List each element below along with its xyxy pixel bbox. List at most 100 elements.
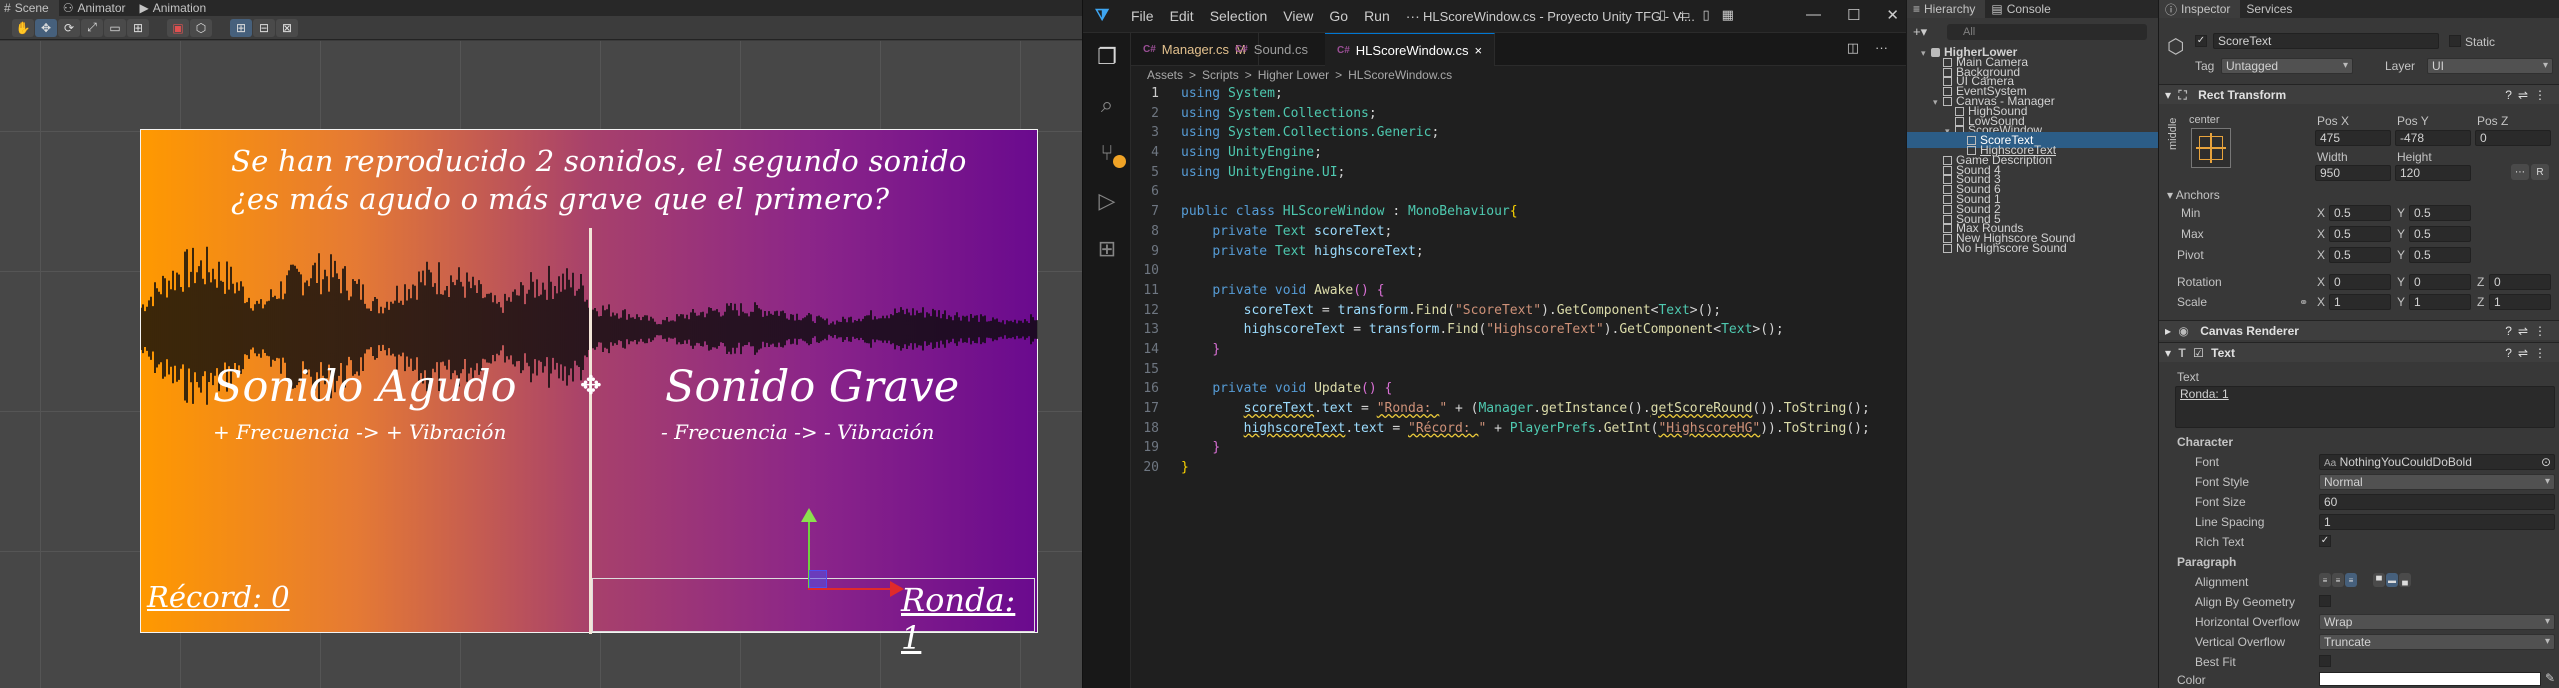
tab-animation[interactable]: ▶ Animation: [136, 0, 217, 16]
grid-snap-icon[interactable]: ⊞: [230, 18, 252, 37]
rotate-tool-icon[interactable]: ⟳: [58, 18, 80, 37]
split-editor-icon[interactable]: ◫: [1847, 40, 1859, 56]
posz-field[interactable]: 0: [2475, 130, 2551, 146]
eyedropper-icon[interactable]: ✎: [2545, 671, 2555, 685]
move-gizmo-x-arrow[interactable]: [808, 581, 904, 597]
code-line[interactable]: 13 highscoreText = transform. Find("Highs…: [1131, 322, 1907, 342]
source-control-icon[interactable]: ⑂: [1083, 129, 1131, 177]
h-overflow-dropdown[interactable]: Wrap: [2319, 614, 2555, 630]
code-line[interactable]: 2 using System.Collections;: [1131, 106, 1907, 126]
run-debug-icon[interactable]: ▷: [1083, 177, 1131, 225]
layout-secondary-icon[interactable]: ▯: [1702, 7, 1709, 23]
color-swatch[interactable]: [2319, 672, 2541, 686]
align-bottom-icon[interactable]: ▄: [2399, 573, 2411, 587]
code-line[interactable]: 11 private void Awake() {: [1131, 283, 1907, 303]
global-toggle-icon[interactable]: ⬡: [190, 18, 212, 37]
align-geometry-checkbox[interactable]: [2319, 595, 2331, 607]
text-enabled-checkbox[interactable]: ☑: [2189, 346, 2204, 360]
code-line[interactable]: 15: [1131, 362, 1907, 382]
scale-y-field[interactable]: 1: [2409, 294, 2471, 310]
explorer-icon[interactable]: ❐: [1083, 33, 1131, 81]
layout-panel-icon[interactable]: ▭: [1678, 7, 1690, 23]
anchors-foldout[interactable]: ▾ Anchors: [2167, 188, 2220, 202]
constrain-proportions-icon[interactable]: ⚭: [2299, 296, 2308, 309]
hierarchy-item[interactable]: No Highscore Sound: [1907, 240, 2159, 256]
menu-item[interactable]: File: [1123, 8, 1162, 24]
pivot-y-field[interactable]: 0.5: [2409, 247, 2471, 263]
posx-field[interactable]: 475: [2315, 130, 2391, 146]
add-object-icon[interactable]: +▾: [1913, 24, 1927, 40]
breadcrumb-item[interactable]: Scripts: [1202, 68, 1239, 82]
blueprint-mode-icon[interactable]: ⋯: [2511, 164, 2529, 180]
code-line[interactable]: 16 private void Update() {: [1131, 381, 1907, 401]
maximize-icon[interactable]: ☐: [1847, 6, 1860, 24]
layer-dropdown[interactable]: UI: [2427, 58, 2553, 74]
code-line[interactable]: 3 using System.Collections.Generic;: [1131, 125, 1907, 145]
best-fit-checkbox[interactable]: [2319, 655, 2331, 667]
tab-inspector[interactable]: ⓘ Inspector: [2159, 0, 2241, 18]
breadcrumb-item[interactable]: HLScoreWindow.cs: [1348, 68, 1452, 82]
rot-x-field[interactable]: 0: [2329, 274, 2391, 290]
hand-tool-icon[interactable]: ✋: [12, 18, 34, 37]
record-text[interactable]: Récord: 0: [147, 580, 290, 614]
code-line[interactable]: 19 }: [1131, 440, 1907, 460]
align-top-icon[interactable]: ▀: [2373, 573, 2385, 587]
scale-z-field[interactable]: 1: [2489, 294, 2551, 310]
code-line[interactable]: 6: [1131, 184, 1907, 204]
code-line[interactable]: 5 using UnityEngine.UI;: [1131, 165, 1907, 185]
hierarchy-search-input[interactable]: All: [1947, 24, 2147, 40]
code-line[interactable]: 10: [1131, 263, 1907, 283]
align-icon[interactable]: ⊠: [276, 18, 298, 37]
menu-item[interactable]: Edit: [1162, 8, 1202, 24]
tab-scene[interactable]: # Scene: [0, 0, 59, 16]
menu-item[interactable]: Go: [1321, 8, 1356, 24]
more-actions-icon[interactable]: ···: [1875, 40, 1888, 56]
canvas-renderer-header[interactable]: ▸ ◉ Canvas Renderer ?⇌⋮: [2159, 320, 2559, 340]
code-line[interactable]: 12 scoreText = transform. Find("ScoreText…: [1131, 303, 1907, 323]
text-component-header[interactable]: ▾ T ☑ Text ?⇌⋮: [2159, 342, 2559, 362]
search-icon[interactable]: ⌕: [1083, 81, 1131, 129]
tab-console[interactable]: ▤ Console: [1985, 0, 2060, 18]
posy-field[interactable]: -478: [2395, 130, 2471, 146]
close-tab-icon[interactable]: ×: [1475, 43, 1483, 58]
customize-layout-icon[interactable]: ▦: [1722, 7, 1734, 23]
rect-transform-header[interactable]: ▾ ⛶ Rect Transform ?⇌⋮: [2159, 84, 2559, 104]
code-line[interactable]: 8 private Text scoreText;: [1131, 224, 1907, 244]
code-line[interactable]: 1 using System;: [1131, 86, 1907, 106]
move-tool-icon[interactable]: ✥: [35, 18, 57, 37]
min-y-field[interactable]: 0.5: [2409, 205, 2471, 221]
code-line[interactable]: 4 using UnityEngine;: [1131, 145, 1907, 165]
code-line[interactable]: 17 scoreText. text = "Ronda: " + (Manager…: [1131, 401, 1907, 421]
scale-tool-icon[interactable]: ⤢: [81, 18, 103, 37]
layout-sidebar-icon[interactable]: ▯: [1659, 7, 1666, 23]
text-value-field[interactable]: Ronda: 1: [2175, 386, 2555, 428]
menu-item[interactable]: Selection: [1202, 8, 1276, 24]
align-middle-icon[interactable]: ▬: [2386, 573, 2398, 587]
menu-item[interactable]: Run: [1356, 8, 1398, 24]
rich-text-checkbox[interactable]: ✓: [2319, 535, 2331, 547]
snap-increment-icon[interactable]: ⊟: [253, 18, 275, 37]
rect-tool-icon[interactable]: ▭: [104, 18, 126, 37]
close-icon[interactable]: ✕: [1886, 6, 1899, 24]
code-editor[interactable]: 1 using System; 2 using System.Collections;…: [1131, 86, 1907, 480]
rot-z-field[interactable]: 0: [2489, 274, 2551, 290]
font-field[interactable]: Aa NothingYouCouldDoBold ⊙: [2319, 454, 2555, 470]
rot-y-field[interactable]: 0: [2409, 274, 2471, 290]
code-line[interactable]: 7 public class HLScoreWindow : MonoBehavi…: [1131, 204, 1907, 224]
tab-services[interactable]: Services: [2240, 0, 2302, 18]
font-size-field[interactable]: 60: [2319, 494, 2555, 510]
pivot-toggle-icon[interactable]: ▣: [167, 18, 189, 37]
code-line[interactable]: 9 private Text highscoreText;: [1131, 244, 1907, 264]
menu-item[interactable]: View: [1275, 8, 1321, 24]
extensions-icon[interactable]: ⊞: [1083, 225, 1131, 273]
minimize-icon[interactable]: —: [1806, 6, 1821, 24]
v-overflow-dropdown[interactable]: Truncate: [2319, 634, 2555, 650]
editor-tab[interactable]: C# Sound.cs: [1223, 33, 1327, 66]
max-y-field[interactable]: 0.5: [2409, 226, 2471, 242]
breadcrumb-item[interactable]: Higher Lower: [1258, 68, 1329, 82]
raw-edit-mode-icon[interactable]: R: [2531, 164, 2549, 180]
code-line[interactable]: 20}: [1131, 460, 1907, 480]
object-picker-icon[interactable]: ⊙: [2541, 455, 2551, 469]
object-name-field[interactable]: ScoreText: [2213, 33, 2439, 49]
anchor-preset-button[interactable]: [2191, 128, 2231, 168]
